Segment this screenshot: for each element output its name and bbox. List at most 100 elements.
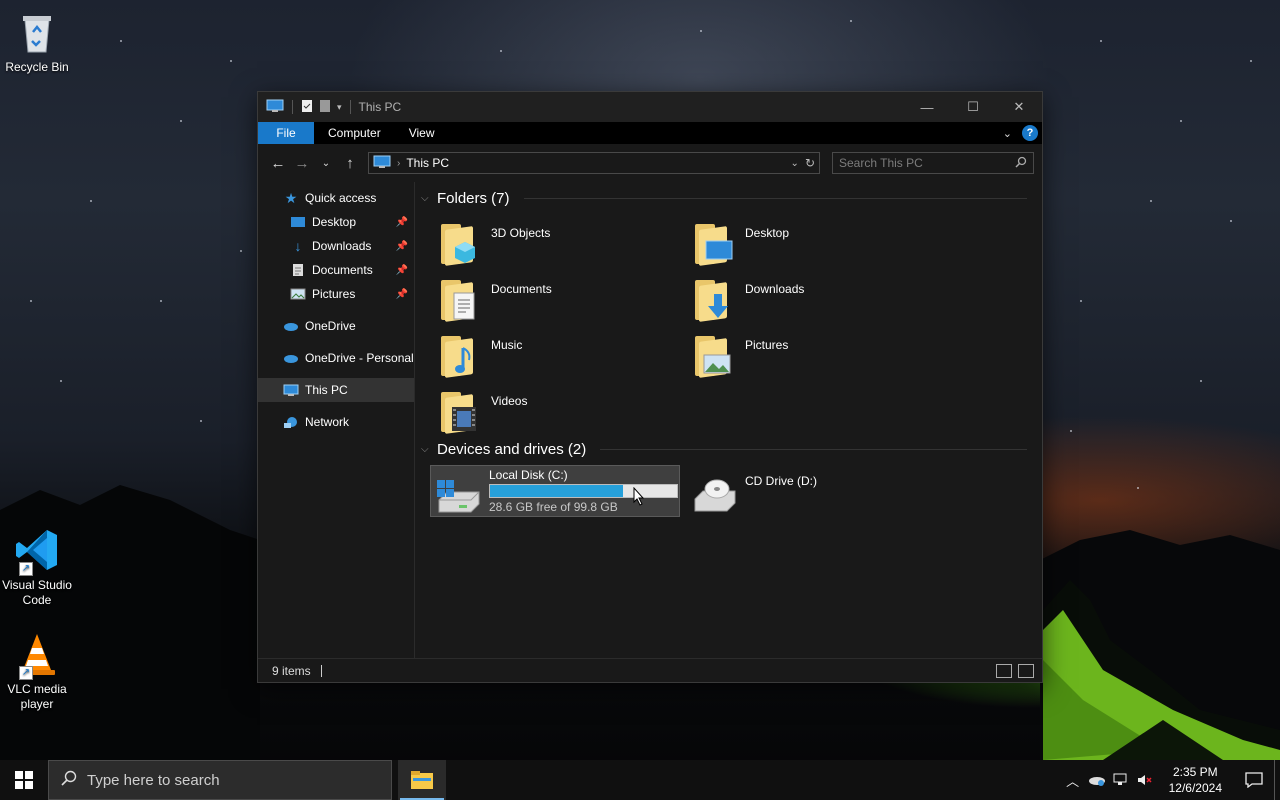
desktop-icon-label: VLC media player bbox=[7, 682, 67, 711]
sidebar-item-network[interactable]: Network bbox=[258, 410, 414, 434]
desktop-icon-vscode[interactable]: ↗ Visual Studio Code bbox=[0, 526, 74, 608]
search-icon[interactable] bbox=[1015, 156, 1027, 171]
windows-logo-icon bbox=[15, 771, 33, 789]
collapse-chevron-icon[interactable]: ⌵ bbox=[421, 193, 431, 204]
recent-locations-button[interactable]: ⌄ bbox=[314, 151, 338, 175]
sidebar-item-label: Documents bbox=[312, 263, 373, 277]
file-explorer-icon bbox=[411, 771, 433, 789]
cloud-icon bbox=[283, 350, 299, 366]
sidebar-item-quick-access[interactable]: ★ Quick access bbox=[258, 186, 414, 210]
drive-usage-fill bbox=[490, 485, 624, 497]
maximize-button[interactable]: ☐ bbox=[950, 92, 996, 122]
clock[interactable]: 2:35 PM 12/6/2024 bbox=[1157, 764, 1234, 796]
desktop-icon-vlc[interactable]: ↗ VLC media player bbox=[0, 630, 74, 712]
sidebar-item-label: OneDrive - Personal bbox=[305, 351, 414, 365]
folder-name: Documents bbox=[491, 282, 552, 296]
tab-computer[interactable]: Computer bbox=[314, 122, 395, 144]
folder-videos[interactable]: Videos bbox=[437, 386, 687, 438]
drive-cd-d[interactable]: CD Drive (D:) bbox=[691, 465, 941, 517]
folder-name: Videos bbox=[491, 394, 528, 408]
search-icon bbox=[61, 770, 77, 790]
properties-icon[interactable] bbox=[301, 99, 313, 116]
search-box[interactable] bbox=[832, 152, 1034, 174]
sidebar-item-desktop[interactable]: Desktop 📌 bbox=[258, 210, 414, 234]
clock-time: 2:35 PM bbox=[1172, 765, 1218, 779]
devices-group-header[interactable]: ⌵ Devices and drives (2) bbox=[421, 441, 1027, 458]
downloads-folder-icon bbox=[691, 276, 739, 324]
folder-name: Music bbox=[491, 338, 523, 352]
help-icon[interactable]: ? bbox=[1022, 125, 1038, 141]
breadcrumb-this-pc[interactable]: This PC bbox=[406, 156, 449, 170]
customize-quick-access-icon[interactable]: ▾ bbox=[337, 102, 342, 113]
details-view-icon[interactable] bbox=[996, 663, 1012, 678]
pictures-icon bbox=[290, 286, 306, 302]
start-button[interactable] bbox=[0, 760, 48, 800]
sidebar-item-pictures[interactable]: Pictures 📌 bbox=[258, 282, 414, 306]
folder-name: 3D Objects bbox=[491, 226, 551, 240]
taskbar-search-box[interactable] bbox=[48, 760, 392, 800]
pictures-folder-icon bbox=[691, 332, 739, 380]
star-icon: ★ bbox=[284, 189, 298, 206]
folder-3d-objects[interactable]: 3D Objects bbox=[437, 218, 687, 270]
taskbar: ︿ 2:35 PM 12/6/2024 bbox=[0, 760, 1280, 800]
sidebar-item-label: Pictures bbox=[312, 287, 356, 301]
this-pc-icon bbox=[283, 382, 299, 398]
new-folder-icon[interactable] bbox=[319, 99, 331, 116]
notification-icon bbox=[1245, 772, 1263, 788]
show-desktop-button[interactable] bbox=[1274, 760, 1280, 800]
search-input[interactable] bbox=[839, 156, 1015, 170]
sidebar-item-label: OneDrive bbox=[305, 319, 356, 333]
minimize-button[interactable]: ― bbox=[904, 92, 950, 122]
expand-ribbon-icon[interactable]: ⌄ bbox=[1003, 127, 1012, 140]
refresh-icon[interactable]: ↻ bbox=[805, 156, 815, 170]
videos-folder-icon bbox=[437, 388, 485, 436]
desktop-icon-label: Recycle Bin bbox=[5, 60, 69, 74]
up-button[interactable]: ↑ bbox=[338, 151, 362, 175]
3d-objects-folder-icon bbox=[437, 220, 485, 268]
action-center-button[interactable] bbox=[1234, 760, 1274, 800]
taskbar-search-input[interactable] bbox=[87, 771, 391, 789]
folder-pictures[interactable]: Pictures bbox=[691, 330, 941, 382]
drive-free-space: 28.6 GB free of 99.8 GB bbox=[489, 500, 618, 514]
close-button[interactable]: ✕ bbox=[996, 92, 1042, 122]
volume-muted-icon[interactable] bbox=[1133, 760, 1157, 800]
tab-view[interactable]: View bbox=[395, 122, 449, 144]
folder-documents[interactable]: Documents bbox=[437, 274, 687, 326]
navigation-pane: ★ Quick access Desktop 📌 ↓ Downloads 📌 D… bbox=[258, 182, 415, 658]
sidebar-item-this-pc[interactable]: This PC bbox=[258, 378, 414, 402]
mouse-cursor-icon bbox=[633, 487, 645, 506]
collapse-chevron-icon[interactable]: ⌵ bbox=[421, 444, 431, 455]
show-hidden-icons-chevron-icon[interactable]: ︿ bbox=[1061, 760, 1085, 800]
title-bar[interactable]: ▾ This PC ― ☐ ✕ bbox=[258, 92, 1042, 122]
taskbar-file-explorer[interactable] bbox=[398, 760, 446, 800]
large-icons-view-icon[interactable] bbox=[1018, 663, 1034, 678]
folders-group-header[interactable]: ⌵ Folders (7) bbox=[421, 190, 1027, 207]
sidebar-item-documents[interactable]: Documents 📌 bbox=[258, 258, 414, 282]
sidebar-item-onedrive-personal[interactable]: OneDrive - Personal bbox=[258, 346, 414, 370]
cloud-icon bbox=[283, 318, 299, 334]
sidebar-item-label: This PC bbox=[305, 383, 348, 397]
sidebar-item-onedrive[interactable]: OneDrive bbox=[258, 314, 414, 338]
status-bar: 9 items bbox=[258, 658, 1042, 682]
address-bar[interactable]: › This PC ⌄ ↻ bbox=[368, 152, 820, 174]
documents-icon bbox=[290, 262, 306, 278]
forward-button[interactable]: → bbox=[290, 151, 314, 175]
vscode-icon: ↗ bbox=[13, 526, 61, 576]
file-explorer-window: ▾ This PC ― ☐ ✕ File Computer View ⌄ ? ←… bbox=[257, 91, 1043, 683]
sidebar-item-downloads[interactable]: ↓ Downloads 📌 bbox=[258, 234, 414, 258]
folder-downloads[interactable]: Downloads bbox=[691, 274, 941, 326]
pin-icon: 📌 bbox=[395, 240, 408, 252]
desktop-icon-recycle-bin[interactable]: Recycle Bin bbox=[0, 8, 74, 75]
folder-desktop[interactable]: Desktop bbox=[691, 218, 941, 270]
folder-name: Downloads bbox=[745, 282, 805, 296]
folder-music[interactable]: Music bbox=[437, 330, 687, 382]
sidebar-item-label: Desktop bbox=[312, 215, 357, 229]
address-dropdown-icon[interactable]: ⌄ bbox=[791, 158, 799, 169]
back-button[interactable]: ← bbox=[266, 151, 290, 175]
onedrive-tray-icon[interactable] bbox=[1085, 760, 1109, 800]
network-icon bbox=[283, 414, 299, 430]
network-tray-icon[interactable] bbox=[1109, 760, 1133, 800]
tab-file[interactable]: File bbox=[258, 122, 314, 144]
windows-drive-icon bbox=[435, 468, 483, 516]
breadcrumb-chevron-icon[interactable]: › bbox=[397, 158, 400, 169]
